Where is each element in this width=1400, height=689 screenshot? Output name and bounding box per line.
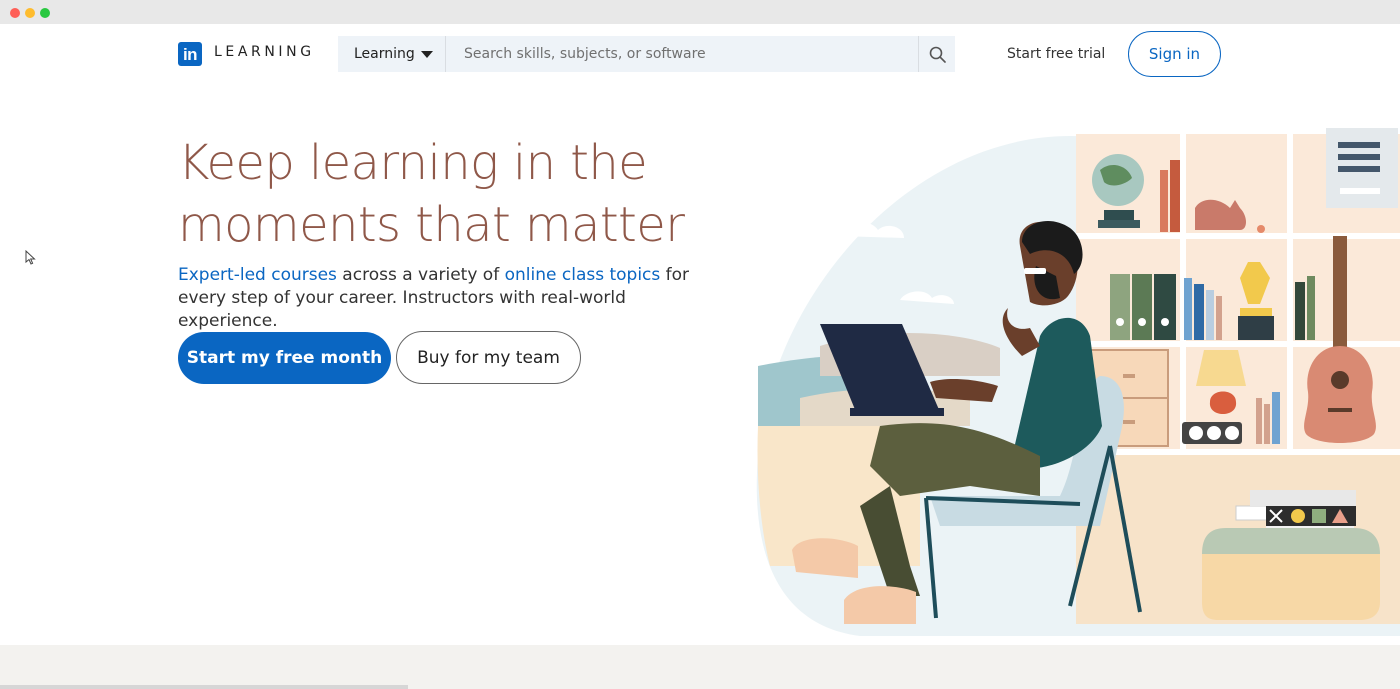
- sign-in-button[interactable]: Sign in: [1128, 31, 1221, 77]
- online-class-topics-link[interactable]: online class topics: [505, 265, 661, 285]
- search-bar: Learning: [338, 36, 955, 72]
- search-category-label: Learning: [354, 46, 415, 62]
- headline-line-2: moments that matter: [178, 197, 685, 253]
- hero-subtext: Expert-led courses across a variety of o…: [178, 264, 718, 333]
- start-free-month-button[interactable]: Start my free month: [178, 332, 391, 384]
- subtext-part-1: across a variety of: [336, 265, 505, 285]
- search-category-dropdown[interactable]: Learning: [338, 36, 446, 72]
- buy-for-team-button[interactable]: Buy for my team: [396, 331, 581, 384]
- mouse-cursor-icon: [25, 250, 36, 265]
- learning-wordmark[interactable]: LEARNING: [214, 44, 315, 60]
- start-free-trial-link[interactable]: Start free trial: [1007, 46, 1105, 62]
- minimize-window-button[interactable]: [25, 8, 35, 18]
- expert-led-courses-link[interactable]: Expert-led courses: [178, 265, 337, 285]
- search-input[interactable]: [446, 36, 918, 72]
- hero-headline: Keep learning in the moments that matter: [178, 132, 698, 256]
- maximize-window-button[interactable]: [40, 8, 50, 18]
- title-bar: [0, 0, 1400, 24]
- headline-line-1: Keep learning in the: [178, 135, 648, 191]
- close-window-button[interactable]: [10, 8, 20, 18]
- browser-window: in LEARNING Learning Start free trial Si…: [0, 0, 1400, 689]
- caret-down-icon: [420, 50, 433, 58]
- footer-band: [0, 645, 1400, 689]
- hero-illustration: [756, 128, 1400, 636]
- horizontal-scrollbar[interactable]: [0, 685, 408, 689]
- search-icon: [929, 46, 946, 63]
- search-button[interactable]: [918, 36, 955, 72]
- linkedin-logo[interactable]: in: [178, 42, 202, 66]
